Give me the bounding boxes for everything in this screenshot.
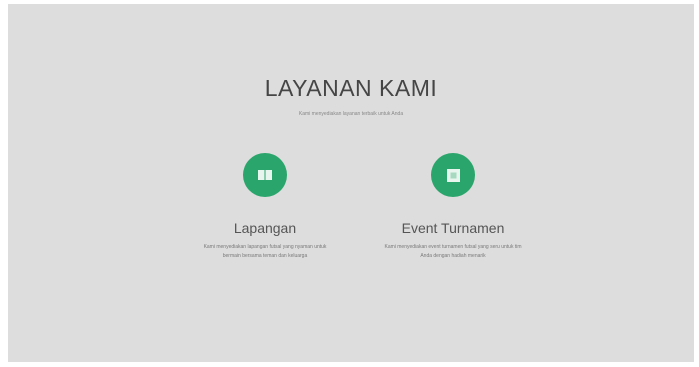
service-title: Event Turnamen <box>401 220 505 236</box>
square-icon <box>446 168 460 182</box>
service-card-event-turnamen: Event Turnamen Kami menyediakan event tu… <box>353 153 553 261</box>
section-subtitle: Kami menyediakan layanan terbaik untuk A… <box>298 111 404 117</box>
service-icon-circle <box>431 153 475 197</box>
book-icon <box>258 170 272 180</box>
service-description: Kami menyediakan event turnamen futsal y… <box>384 244 522 259</box>
page: LAYANAN KAMI Kami menyediakan layanan te… <box>0 0 699 367</box>
service-icon-circle <box>243 153 287 197</box>
service-description: Kami menyediakan lapangan futsal yang ny… <box>203 244 327 259</box>
service-title: Lapangan <box>233 220 297 236</box>
section-title: LAYANAN KAMI <box>264 75 438 101</box>
services-section: LAYANAN KAMI Kami menyediakan layanan te… <box>8 4 694 362</box>
service-card-lapangan: Lapangan Kami menyediakan lapangan futsa… <box>165 153 365 261</box>
